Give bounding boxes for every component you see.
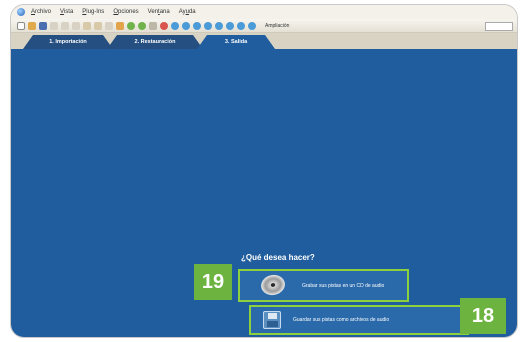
record-icon[interactable] bbox=[160, 21, 168, 30]
app-logo-icon bbox=[17, 8, 25, 16]
scrub-icon[interactable] bbox=[248, 21, 256, 30]
stop-icon[interactable] bbox=[138, 21, 146, 30]
menu-vista[interactable]: Vista bbox=[60, 9, 73, 15]
zoom-label: Ampliación bbox=[265, 22, 290, 29]
burn-cd-option[interactable]: Grabar sus pistas en un CD de audio bbox=[238, 269, 409, 302]
tab-salida[interactable]: 3. Salida bbox=[197, 35, 275, 49]
marker-icon[interactable] bbox=[116, 21, 124, 30]
menu-archivo[interactable]: Archivo bbox=[31, 9, 51, 15]
cd-icon bbox=[258, 272, 288, 298]
save-icon[interactable] bbox=[39, 21, 47, 30]
annotation-badge-19: 19 bbox=[194, 264, 232, 300]
tab-restauracion[interactable]: 2. Restauración bbox=[107, 35, 203, 49]
burn-cd-label: Grabar sus pistas en un CD de audio bbox=[302, 282, 385, 289]
menu-ayuda[interactable]: Ayuda bbox=[179, 9, 196, 15]
menu-plugins[interactable]: Plug-Ins bbox=[82, 9, 104, 15]
toolbar: Ampliación bbox=[11, 19, 517, 33]
loop-icon[interactable] bbox=[237, 21, 245, 30]
select-tool-icon[interactable] bbox=[105, 21, 113, 30]
paste-icon[interactable] bbox=[72, 21, 80, 30]
zoom-in-icon[interactable] bbox=[171, 21, 179, 30]
wizard-tabs: 1. Importación 2. Restauración 3. Salida bbox=[11, 33, 517, 49]
annotation-badge-18: 18 bbox=[460, 298, 506, 334]
copy-icon[interactable] bbox=[61, 21, 69, 30]
new-icon[interactable] bbox=[17, 21, 25, 30]
zoom-selection-icon[interactable] bbox=[204, 21, 212, 30]
zoom-fit-icon[interactable] bbox=[193, 21, 201, 30]
undo-icon[interactable] bbox=[83, 21, 91, 30]
go-end-icon[interactable] bbox=[226, 21, 234, 30]
trim-icon[interactable] bbox=[149, 21, 157, 30]
output-panel: ¿Qué desea hacer? Grabar sus pistas en u… bbox=[11, 49, 517, 337]
app-window: Archivo Vista Plug-Ins Opciones Ventana … bbox=[10, 4, 518, 338]
play-icon[interactable] bbox=[127, 21, 135, 30]
zoom-out-icon[interactable] bbox=[182, 21, 190, 30]
menu-bar: Archivo Vista Plug-Ins Opciones Ventana … bbox=[11, 5, 517, 19]
redo-icon[interactable] bbox=[94, 21, 102, 30]
save-files-label: Guardar sus pistas como archivos de audi… bbox=[293, 317, 390, 323]
floppy-icon bbox=[263, 311, 281, 329]
tab-importacion[interactable]: 1. Importación bbox=[23, 35, 113, 49]
go-start-icon[interactable] bbox=[215, 21, 223, 30]
menu-opciones[interactable]: Opciones bbox=[113, 9, 138, 15]
zoom-input[interactable] bbox=[485, 22, 513, 31]
save-files-option[interactable]: Guardar sus pistas como archivos de audi… bbox=[249, 305, 469, 335]
menu-ventana[interactable]: Ventana bbox=[148, 9, 170, 15]
cut-icon[interactable] bbox=[50, 21, 58, 30]
question-heading: ¿Qué desea hacer? bbox=[241, 253, 315, 262]
open-icon[interactable] bbox=[28, 21, 36, 30]
